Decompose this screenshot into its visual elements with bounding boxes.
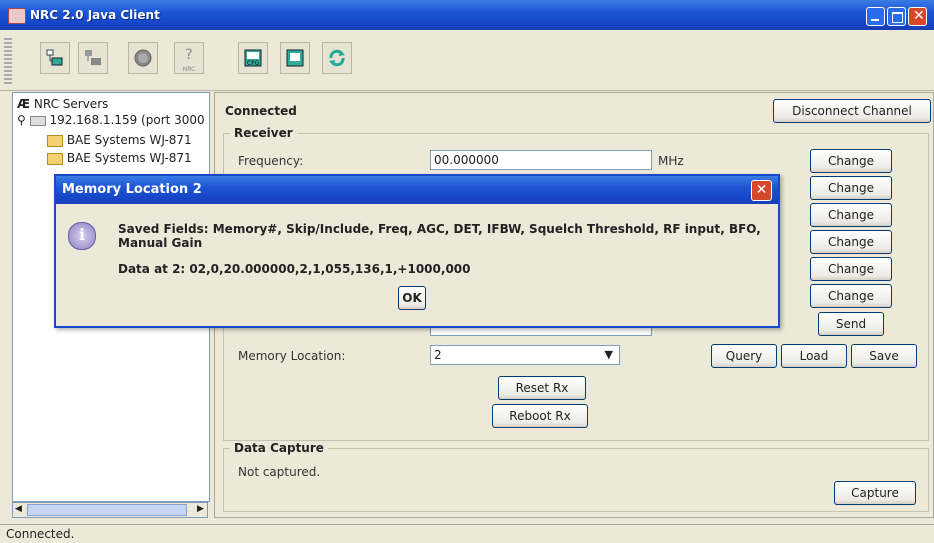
- status-bar: Connected.: [0, 524, 934, 543]
- window-titlebar[interactable]: NRC 2.0 Java Client ✕: [0, 0, 934, 30]
- scroll-thumb[interactable]: [27, 504, 187, 516]
- toolbar-grip[interactable]: [4, 38, 12, 86]
- channel-button[interactable]: [280, 42, 310, 74]
- ok-button[interactable]: OK: [398, 286, 426, 310]
- change-button[interactable]: Change: [810, 284, 892, 308]
- data-capture-legend: Data Capture: [230, 441, 328, 455]
- refresh-button[interactable]: [322, 42, 352, 74]
- config-button[interactable]: CFG: [238, 42, 268, 74]
- query-button[interactable]: Query: [711, 344, 777, 368]
- app-icon: [8, 8, 26, 24]
- capture-button[interactable]: Capture: [834, 481, 916, 505]
- send-button[interactable]: Send: [818, 312, 884, 336]
- load-button[interactable]: Load: [781, 344, 847, 368]
- radio-device-icon: [47, 134, 63, 147]
- dialog-titlebar[interactable]: Memory Location 2 ✕: [56, 176, 778, 204]
- nrc-logo-icon: Æ: [17, 97, 31, 111]
- expand-handle-icon[interactable]: ⚲: [17, 113, 26, 127]
- disconnect-channel-button[interactable]: Disconnect Channel: [773, 99, 931, 123]
- connection-status: Connected: [225, 104, 297, 118]
- memory-location-dialog: Memory Location 2 ✕ i Saved Fields: Memo…: [54, 174, 780, 328]
- change-button[interactable]: Change: [810, 230, 892, 254]
- dropdown-arrow-icon[interactable]: ▼: [605, 346, 613, 364]
- connect-button[interactable]: [40, 42, 70, 74]
- save-button[interactable]: Save: [851, 344, 917, 368]
- change-button[interactable]: Change: [810, 149, 892, 173]
- capture-status: Not captured.: [238, 465, 321, 479]
- window-title: NRC 2.0 Java Client: [30, 8, 160, 22]
- server-icon: [29, 115, 46, 126]
- tree-horizontal-scrollbar[interactable]: ◀ ▶: [12, 502, 208, 518]
- frequency-unit: MHz: [658, 154, 684, 168]
- frequency-label: Frequency:: [238, 154, 304, 168]
- refresh-icon: [329, 49, 345, 67]
- close-button[interactable]: ✕: [908, 7, 927, 26]
- dialog-title: Memory Location 2: [62, 182, 202, 197]
- data-text: Data at 2: 02,0,20.000000,2,1,055,136,1,…: [118, 262, 471, 276]
- scroll-left-icon[interactable]: ◀: [15, 504, 22, 514]
- minimize-button[interactable]: [866, 7, 885, 26]
- toolbar: ? NRC CFG: [0, 30, 934, 91]
- memory-location-label: Memory Location:: [238, 349, 346, 363]
- reset-rx-button[interactable]: Reset Rx: [498, 376, 586, 400]
- change-button[interactable]: Change: [810, 257, 892, 281]
- status-text: Connected.: [6, 527, 75, 541]
- receiver-legend: Receiver: [230, 126, 297, 140]
- frequency-input[interactable]: 00.000000: [430, 150, 652, 170]
- tree-item[interactable]: BAE Systems WJ-871: [47, 133, 192, 147]
- channel-icon: [286, 49, 304, 67]
- connect-icon: [46, 49, 63, 66]
- help-button[interactable]: ? NRC: [174, 42, 204, 74]
- dialog-close-button[interactable]: ✕: [751, 180, 772, 201]
- change-button[interactable]: Change: [810, 176, 892, 200]
- tree-server-node[interactable]: ⚲ 192.168.1.159 (port 3000: [17, 113, 205, 127]
- info-icon: i: [68, 222, 96, 250]
- help-icon: ? NRC: [182, 47, 196, 73]
- radio-device-icon: [47, 152, 63, 165]
- data-capture-group: Data Capture Not captured. Capture: [223, 441, 929, 512]
- maximize-button[interactable]: [887, 7, 906, 26]
- change-button[interactable]: Change: [810, 203, 892, 227]
- svg-text:CFG: CFG: [247, 60, 260, 67]
- config-icon: CFG: [244, 49, 262, 67]
- record-icon: [134, 49, 152, 67]
- tree-root[interactable]: Æ NRC Servers: [17, 97, 108, 111]
- disconnect-icon: [85, 50, 101, 65]
- scroll-right-icon[interactable]: ▶: [197, 504, 204, 514]
- reboot-rx-button[interactable]: Reboot Rx: [492, 404, 588, 428]
- record-button[interactable]: [128, 42, 158, 74]
- saved-fields-text: Saved Fields: Memory#, Skip/Include, Fre…: [118, 222, 761, 250]
- memory-location-select[interactable]: 2 ▼: [430, 345, 620, 365]
- tree-item[interactable]: BAE Systems WJ-871: [47, 151, 192, 165]
- disconnect-button[interactable]: [78, 42, 108, 74]
